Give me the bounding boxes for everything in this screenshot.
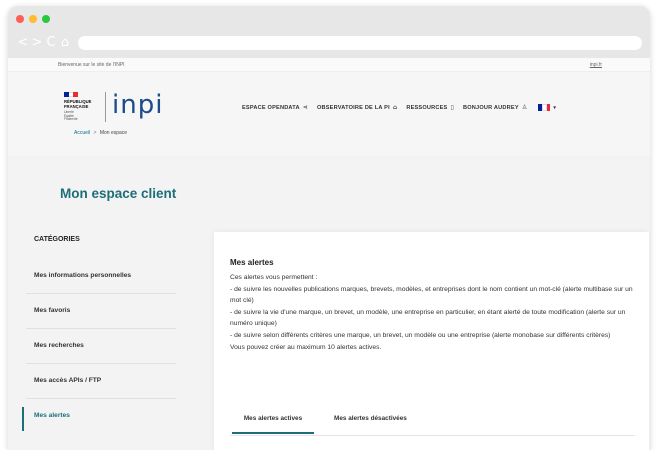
url-bar[interactable] <box>78 36 642 50</box>
inpi-logo[interactable]: inpi <box>112 90 163 120</box>
flag-stripe-red <box>547 104 551 111</box>
tab-disabled-alerts[interactable]: Mes alertes désactivées <box>324 408 417 434</box>
republique-text: RÉPUBLIQUE FRANÇAISE <box>64 99 104 109</box>
republique-francaise-logo: RÉPUBLIQUE FRANÇAISE Liberté Égalité Fra… <box>64 92 104 122</box>
welcome-text: Bienvenue sur le site de l'INPI <box>58 62 125 68</box>
home-icon[interactable]: ⌂ <box>58 36 72 50</box>
share-icon: ⋖ <box>302 104 308 111</box>
alerts-line-criteria: - de suivre selon différents critères un… <box>230 331 611 339</box>
nav-label: RESSOURCES <box>406 104 448 111</box>
back-icon[interactable]: < <box>16 36 30 50</box>
sidebar-item-favoris[interactable]: Mes favoris <box>26 294 176 329</box>
maximize-window-icon[interactable] <box>42 15 50 23</box>
main-navigation: ESPACE OPENDATA ⋖ OBSERVATOIRE DE LA PI … <box>242 104 565 111</box>
page-content: Mon espace client CATÉGORIES Mes informa… <box>8 156 650 450</box>
window-controls <box>16 15 50 23</box>
document-icon: ▯ <box>450 104 455 111</box>
user-icon: ♙ <box>521 104 528 111</box>
nav-account[interactable]: BONJOUR AUDREY ♙ <box>463 104 527 111</box>
alerts-tabs: Mes alertes actives Mes alertes désactiv… <box>232 408 417 434</box>
alerts-description: Ces alertes vous permettent : - de suivr… <box>230 272 635 353</box>
tab-active-alerts[interactable]: Mes alertes actives <box>232 408 314 434</box>
sidebar-item-recherches[interactable]: Mes recherches <box>26 329 176 364</box>
categories-sidebar: CATÉGORIES Mes informations personnelles… <box>22 236 176 433</box>
nav-observatoire[interactable]: OBSERVATOIRE DE LA PI ⌂ <box>317 104 397 111</box>
motto-text: Liberté Égalité Fraternité <box>64 110 104 122</box>
nav-espace-opendata[interactable]: ESPACE OPENDATA ⋖ <box>242 104 308 111</box>
forward-icon[interactable]: > <box>30 36 44 50</box>
nav-label: BONJOUR AUDREY <box>463 104 519 111</box>
breadcrumb-home-link[interactable]: Accueil <box>74 130 90 136</box>
alerts-card: Mes alertes Ces alertes vous permettent … <box>214 232 649 450</box>
inpi-site-link[interactable]: inpi.fr <box>590 62 602 68</box>
page-title: Mon espace client <box>60 186 177 201</box>
top-utility-bar: Bienvenue sur le site de l'INPI inpi.fr <box>8 58 650 72</box>
logo-divider <box>105 92 106 122</box>
flag-stripe-red <box>73 92 79 97</box>
french-flag-icon <box>538 104 551 111</box>
language-selector[interactable]: ▾ <box>536 104 556 111</box>
alerts-line-keyword: - de suivre les nouvelles publications m… <box>230 285 633 305</box>
nav-label: ESPACE OPENDATA <box>242 104 300 111</box>
francaise-line: FRANÇAISE <box>64 104 89 109</box>
chevron-down-icon: ▾ <box>553 104 557 111</box>
alerts-line-max: Vous pouvez créer au maximum 10 alertes … <box>230 343 382 351</box>
minimize-window-icon[interactable] <box>29 15 37 23</box>
browser-navbar: < > C ⌂ <box>16 34 642 52</box>
breadcrumb-current: Mon espace <box>99 130 128 136</box>
site-header: RÉPUBLIQUE FRANÇAISE Liberté Égalité Fra… <box>8 72 650 156</box>
breadcrumb: Accueil > Mon espace <box>74 130 127 136</box>
browser-window: < > C ⌂ Bienvenue sur le site de l'INPI … <box>8 6 650 450</box>
categories-title: CATÉGORIES <box>34 236 80 243</box>
tabs-divider <box>230 435 635 436</box>
alerts-title: Mes alertes <box>230 258 274 267</box>
browser-chrome: < > C ⌂ <box>8 6 650 58</box>
close-window-icon[interactable] <box>16 15 24 23</box>
building-icon: ⌂ <box>392 104 398 111</box>
alerts-intro: Ces alertes vous permettent : <box>230 274 318 281</box>
sidebar-item-apis-ftp[interactable]: Mes accès APIs / FTP <box>26 364 176 399</box>
french-flag-icon <box>64 92 79 97</box>
sidebar-item-alertes[interactable]: Mes alertes <box>22 399 176 433</box>
alerts-line-number: - de suivre la vie d'une marque, un brev… <box>230 308 626 328</box>
motto-fraternite: Fraternité <box>64 117 78 122</box>
reload-icon[interactable]: C <box>44 36 58 50</box>
nav-label: OBSERVATOIRE DE LA PI <box>316 104 390 111</box>
nav-ressources[interactable]: RESSOURCES ▯ <box>406 104 454 111</box>
breadcrumb-separator: > <box>93 130 97 136</box>
sidebar-item-informations[interactable]: Mes informations personnelles <box>26 259 176 294</box>
